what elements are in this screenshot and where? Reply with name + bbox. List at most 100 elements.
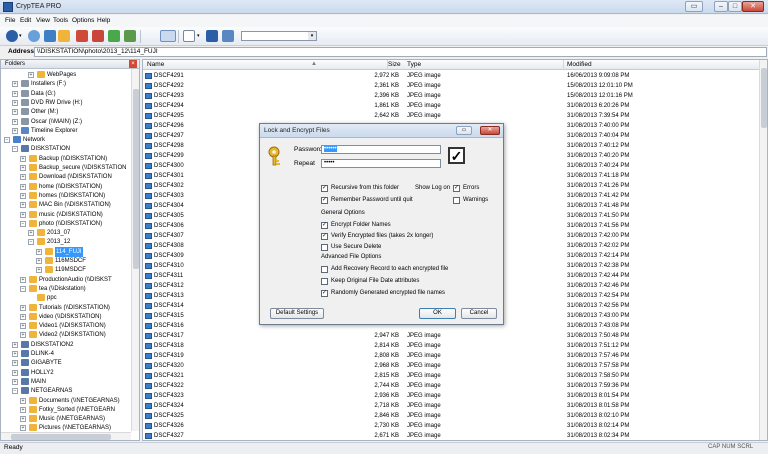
file-row[interactable]: DSCF4321 2,815 KB JPEG image 31/08/2013 7:5…: [143, 371, 759, 381]
file-row[interactable]: DSCF4295 2,642 KB JPEG image 31/08/2013 7:3…: [143, 111, 759, 121]
file-row[interactable]: DSCF4294 1,861 KB JPEG image 31/08/2013 6:2…: [143, 101, 759, 111]
warnings-checkbox[interactable]: [453, 197, 460, 204]
file-row[interactable]: DSCF4323 2,936 KB JPEG image 31/08/2013 8:0…: [143, 391, 759, 401]
expand-icon[interactable]: +: [20, 313, 26, 320]
expand-icon[interactable]: +: [12, 109, 18, 116]
collapse-icon[interactable]: −: [12, 146, 18, 153]
folder-icon[interactable]: [58, 30, 70, 42]
expand-icon[interactable]: +: [20, 165, 26, 171]
password-field[interactable]: ••••••: [321, 145, 441, 154]
window-extra-button[interactable]: ▭: [685, 1, 703, 12]
expand-icon[interactable]: +: [20, 323, 26, 330]
expand-icon[interactable]: +: [36, 267, 42, 274]
list-vertical-scrollbar[interactable]: [759, 60, 767, 440]
close-button[interactable]: ✕: [742, 1, 764, 12]
expand-icon[interactable]: +: [20, 406, 26, 413]
file-row[interactable]: DSCF4292 2,361 KB JPEG image 15/08/2013 12:…: [143, 81, 759, 91]
expand-icon[interactable]: +: [12, 351, 18, 357]
expand-icon[interactable]: +: [12, 369, 18, 376]
menu-view[interactable]: View: [36, 17, 50, 24]
cancel-button[interactable]: Cancel: [461, 308, 497, 319]
file-row[interactable]: DSCF4293 2,396 KB JPEG image 15/08/2013 12:…: [143, 91, 759, 101]
column-type[interactable]: Type: [407, 61, 421, 68]
random-names-checkbox[interactable]: ✓: [321, 290, 328, 297]
file-row[interactable]: DSCF4324 2,718 KB JPEG image 31/08/2013 8:0…: [143, 401, 759, 411]
lock-folder-icon[interactable]: [92, 30, 104, 42]
column-divider[interactable]: [563, 60, 564, 70]
column-modified[interactable]: Modified: [567, 61, 592, 68]
back-icon[interactable]: [6, 30, 18, 42]
encrypt-names-checkbox[interactable]: ✓: [321, 222, 328, 229]
expand-icon[interactable]: +: [12, 99, 18, 106]
scroll-thumb[interactable]: [761, 68, 767, 128]
remember-checkbox[interactable]: ✓: [321, 197, 328, 204]
expand-icon[interactable]: +: [20, 304, 26, 311]
default-settings-button[interactable]: Default Settings: [270, 308, 324, 319]
expand-icon[interactable]: +: [28, 72, 34, 78]
secure-delete-checkbox[interactable]: [321, 244, 328, 251]
dialog-close-button[interactable]: ✕: [480, 126, 500, 135]
collapse-icon[interactable]: −: [20, 285, 26, 292]
tree-vertical-scrollbar[interactable]: [131, 69, 139, 431]
expand-icon[interactable]: +: [20, 332, 26, 339]
errors-checkbox[interactable]: ✓: [453, 185, 460, 192]
menu-options[interactable]: Options: [72, 17, 94, 24]
toolbar-dropdown[interactable]: ▾: [241, 31, 317, 41]
grid-view-icon[interactable]: [206, 30, 218, 42]
key-icon[interactable]: [160, 30, 176, 42]
file-row[interactable]: DSCF4319 2,808 KB JPEG image 31/08/2013 7:5…: [143, 351, 759, 361]
expand-icon[interactable]: +: [12, 90, 18, 97]
collapse-icon[interactable]: −: [28, 239, 34, 246]
menu-help[interactable]: Help: [97, 17, 110, 24]
minimize-button[interactable]: –: [714, 1, 728, 12]
recursive-checkbox[interactable]: ✓: [321, 185, 328, 192]
expand-icon[interactable]: +: [20, 425, 26, 432]
repeat-password-field[interactable]: •••••: [321, 159, 441, 168]
file-row[interactable]: DSCF4320 2,968 KB JPEG image 31/08/2013 7:5…: [143, 361, 759, 371]
chevron-down-icon[interactable]: ▾: [308, 32, 316, 40]
file-row[interactable]: DSCF4318 2,814 KB JPEG image 31/08/2013 7:5…: [143, 341, 759, 351]
expand-icon[interactable]: +: [20, 192, 26, 199]
expand-icon[interactable]: +: [12, 127, 18, 134]
verify-checkbox[interactable]: ✓: [321, 233, 328, 240]
file-row[interactable]: DSCF4291 2,972 KB JPEG image 16/06/2013 9:0…: [143, 71, 759, 81]
expand-icon[interactable]: +: [20, 183, 26, 190]
expand-icon[interactable]: +: [28, 230, 34, 237]
column-size[interactable]: Size: [388, 61, 401, 68]
forward-icon[interactable]: [28, 30, 40, 42]
file-row[interactable]: DSCF4325 2,846 KB JPEG image 31/08/2013 8:0…: [143, 411, 759, 421]
list-view-icon[interactable]: [183, 30, 195, 42]
expand-icon[interactable]: +: [20, 155, 26, 162]
expand-icon[interactable]: +: [12, 81, 18, 88]
file-row[interactable]: DSCF4317 2,947 KB JPEG image 31/08/2013 7:5…: [143, 331, 759, 341]
menu-edit[interactable]: Edit: [20, 17, 31, 24]
menu-tools[interactable]: Tools: [53, 17, 68, 24]
expand-icon[interactable]: +: [20, 202, 26, 209]
address-input[interactable]: \\DISKSTATION\photo\2013_12\114_FUJI: [34, 47, 767, 57]
collapse-icon[interactable]: −: [20, 220, 26, 227]
recovery-checkbox[interactable]: [321, 266, 328, 273]
details-view-icon[interactable]: [222, 30, 234, 42]
collapse-icon[interactable]: −: [12, 388, 18, 395]
menu-file[interactable]: File: [5, 17, 15, 24]
expand-icon[interactable]: +: [20, 416, 26, 423]
column-name[interactable]: Name: [147, 61, 164, 68]
file-row[interactable]: DSCF4322 2,744 KB JPEG image 31/08/2013 7:5…: [143, 381, 759, 391]
close-pane-icon[interactable]: ×: [129, 60, 137, 68]
expand-icon[interactable]: +: [12, 360, 18, 367]
file-row[interactable]: DSCF4326 2,730 KB JPEG image 31/08/2013 8:0…: [143, 421, 759, 431]
expand-icon[interactable]: +: [20, 276, 26, 283]
expand-icon[interactable]: +: [12, 378, 18, 385]
lock-icon[interactable]: [76, 30, 88, 42]
expand-icon[interactable]: +: [12, 118, 18, 125]
expand-icon[interactable]: +: [36, 258, 42, 264]
keep-date-checkbox[interactable]: [321, 278, 328, 285]
scroll-thumb[interactable]: [133, 89, 139, 269]
dialog-extra-button[interactable]: ▭: [456, 126, 472, 135]
view-dropdown-icon[interactable]: ▾: [197, 33, 203, 45]
unlock-folder-icon[interactable]: [124, 30, 136, 42]
folder-view-icon[interactable]: [44, 30, 56, 42]
ok-button[interactable]: OK: [419, 308, 456, 319]
expand-icon[interactable]: +: [20, 174, 26, 181]
expand-icon[interactable]: +: [12, 341, 18, 348]
